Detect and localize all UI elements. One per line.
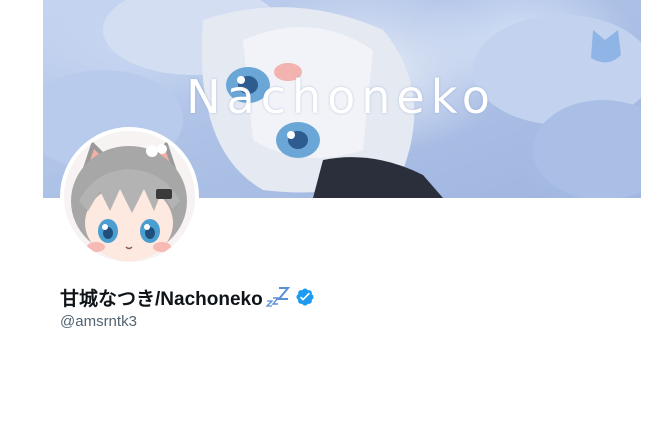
verified-badge-icon[interactable]	[295, 287, 315, 307]
zzz-icon	[265, 287, 290, 307]
avatar[interactable]	[60, 127, 199, 266]
profile-name-row: 甘城なつき/Nachoneko	[60, 284, 315, 310]
display-name: 甘城なつき/Nachoneko	[60, 288, 263, 310]
banner-title: Nachoneko	[186, 70, 496, 124]
user-handle: @amsrntk3	[60, 313, 137, 330]
avatar-image	[64, 131, 195, 262]
